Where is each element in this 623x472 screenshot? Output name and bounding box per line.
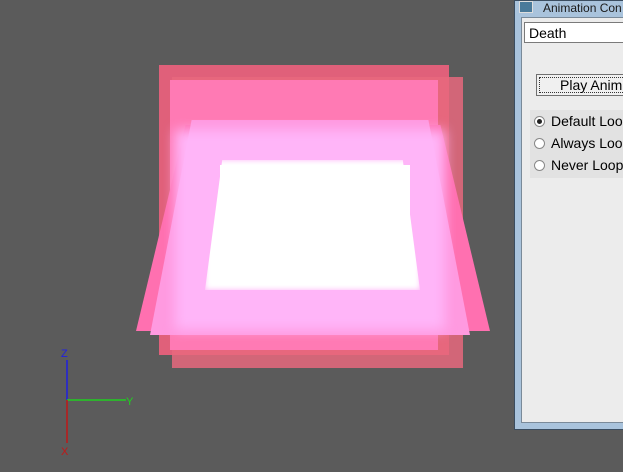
window-client: Death Play Anim Default Loo Always Loo N…: [521, 17, 623, 423]
loop-mode-group: Default Loo Always Loo Never Loop: [530, 110, 623, 178]
radio-label: Default Loo: [551, 113, 623, 129]
animation-select[interactable]: Death: [524, 22, 623, 43]
y-axis-label: Y: [126, 396, 134, 408]
radio-icon: [534, 159, 545, 171]
radio-icon: [534, 137, 545, 149]
play-animation-button[interactable]: Play Anim: [536, 74, 623, 96]
radio-default-loop[interactable]: Default Loo: [534, 110, 623, 132]
radio-label: Never Loop: [551, 157, 623, 173]
window-title: Animation Con: [543, 1, 622, 15]
axis-gizmo: Z Y X: [61, 348, 134, 458]
radio-always-loop[interactable]: Always Loo: [534, 132, 623, 154]
radio-never-loop[interactable]: Never Loop: [534, 154, 623, 176]
mesh-core-center: [220, 165, 410, 285]
x-axis-label: X: [61, 446, 69, 458]
z-axis-label: Z: [61, 348, 68, 360]
app-icon: [519, 1, 533, 13]
radio-selected-icon: [534, 115, 545, 127]
radio-label: Always Loo: [551, 135, 623, 151]
animation-control-window: Animation Con Death Play Anim Default Lo…: [514, 0, 623, 430]
